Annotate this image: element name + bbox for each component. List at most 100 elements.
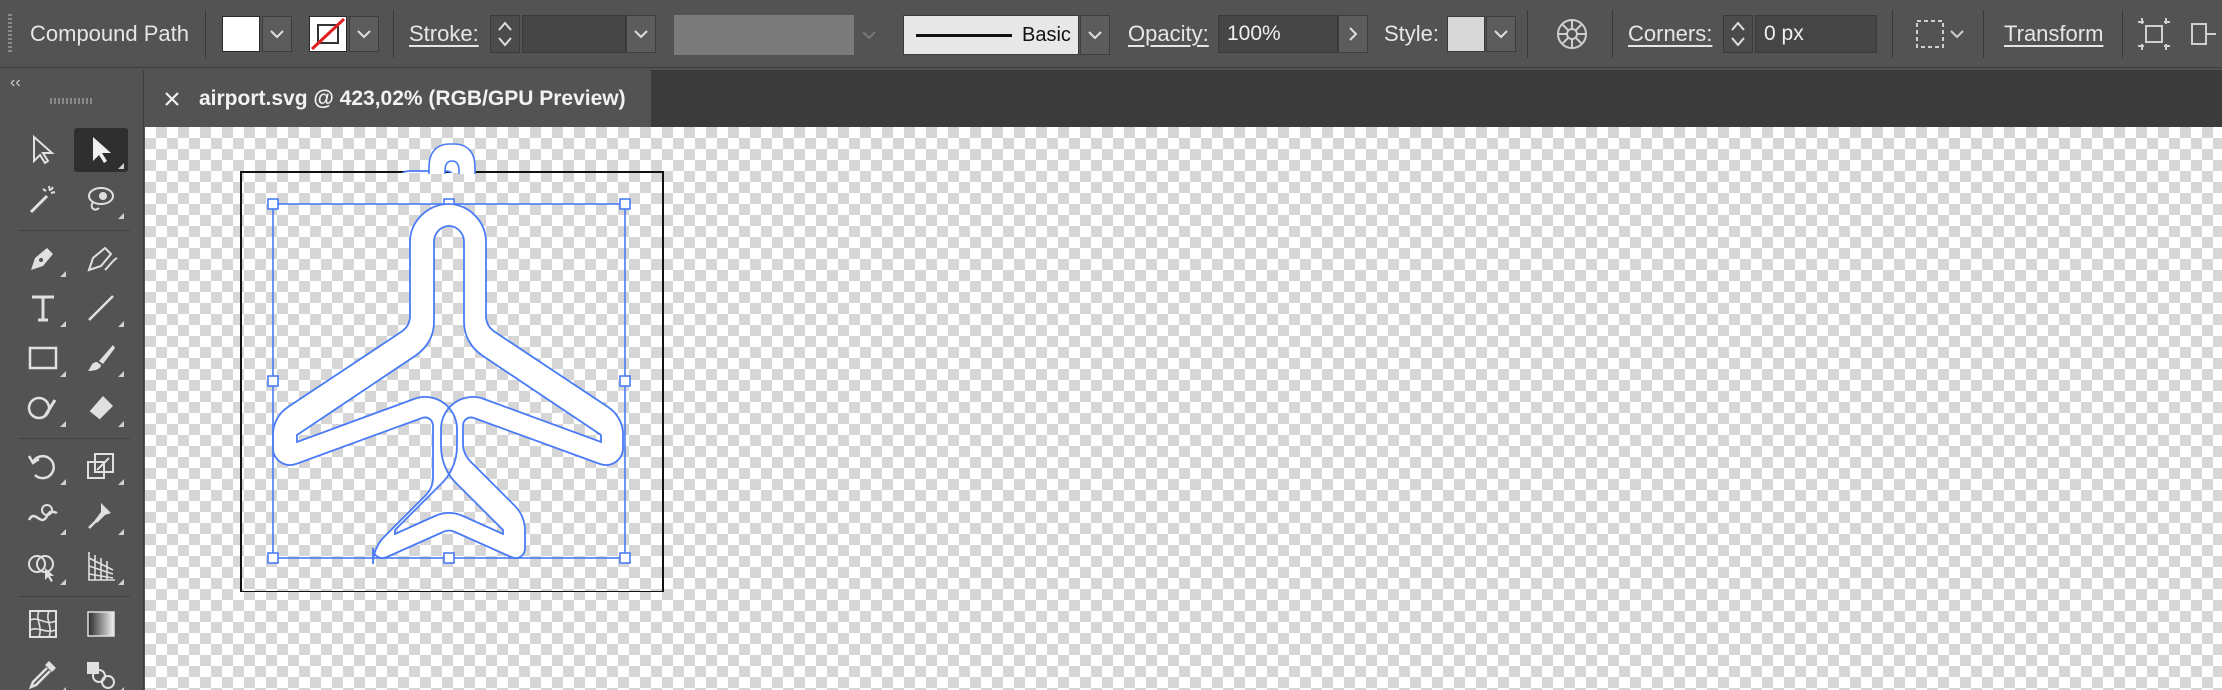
graphic-style-swatch[interactable] — [1447, 16, 1485, 52]
tool-group-indicator — [118, 213, 124, 219]
opacity-slider-button[interactable] — [1338, 15, 1368, 53]
tool-group-indicator — [60, 421, 66, 427]
brush-definition[interactable]: Basic — [903, 15, 1079, 55]
lasso-icon — [88, 187, 114, 211]
tool-group-indicator — [118, 421, 124, 427]
stroke-dropdown-button[interactable] — [349, 16, 379, 52]
toolbar-grip[interactable] — [50, 98, 92, 104]
opacity-field[interactable]: 100% — [1218, 15, 1338, 53]
chevron-down-icon — [1494, 30, 1508, 39]
scale-icon — [87, 453, 114, 479]
tool-group-indicator — [60, 321, 66, 327]
shape-builder-tool[interactable] — [16, 544, 70, 588]
collapse-panel-icon[interactable]: ‹‹ — [10, 74, 21, 92]
pen-tool[interactable] — [16, 236, 70, 280]
rotate-icon — [27, 454, 55, 480]
scale-tool[interactable] — [74, 444, 128, 488]
type-tool[interactable] — [16, 286, 70, 330]
document-title: airport.svg @ 423,02% (RGB/GPU Preview) — [199, 86, 626, 110]
tool-group-indicator — [118, 371, 124, 377]
gradient-tool[interactable] — [74, 602, 128, 646]
opacity-label[interactable]: Opacity: — [1128, 21, 1209, 47]
eraser-tool[interactable] — [74, 386, 128, 430]
corners-stepper[interactable] — [1723, 15, 1753, 53]
separator — [393, 10, 394, 58]
tool-group-indicator — [60, 529, 66, 535]
curvature-tool[interactable] — [74, 236, 128, 280]
shaper-tool[interactable] — [16, 386, 70, 430]
blend-tool[interactable] — [74, 652, 128, 690]
pin-icon — [88, 503, 111, 529]
line-segment-icon — [88, 295, 114, 321]
magic-wand-tool[interactable] — [16, 178, 70, 222]
stroke-weight-stepper[interactable] — [490, 15, 520, 53]
separator — [1612, 10, 1613, 58]
panel-options-icon — [2191, 23, 2216, 45]
separator — [1892, 10, 1893, 58]
stroke-swatch[interactable] — [309, 16, 347, 52]
stroke-weight-field[interactable] — [522, 15, 626, 53]
tool-group-indicator — [60, 579, 66, 585]
graphic-style-dropdown[interactable] — [1486, 16, 1516, 52]
stroke-weight-dropdown[interactable] — [626, 15, 656, 53]
brush-name: Basic — [1022, 23, 1071, 46]
document-tab-bar: airport.svg @ 423,02% (RGB/GPU Preview) — [145, 70, 2222, 127]
rectangle-icon — [28, 346, 58, 370]
lasso-tool[interactable] — [74, 178, 128, 222]
stepper-arrows-icon — [1731, 21, 1745, 47]
document-tab[interactable]: airport.svg @ 423,02% (RGB/GPU Preview) — [145, 70, 651, 127]
eyedropper-tool[interactable] — [16, 652, 70, 690]
mesh-icon — [29, 610, 57, 638]
selection-overlay — [242, 143, 662, 590]
toolbar-divider — [18, 438, 130, 439]
fill-swatch[interactable] — [222, 16, 260, 52]
panel-menu-button[interactable] — [2190, 18, 2222, 50]
fill-dropdown-button[interactable] — [262, 16, 292, 52]
isolate-button[interactable] — [2136, 16, 2172, 52]
separator — [205, 10, 206, 58]
align-selection-icon — [1916, 20, 1964, 48]
variable-width-profile[interactable] — [674, 15, 854, 55]
shaper-icon — [27, 396, 57, 420]
puppet-warp-tool[interactable] — [74, 494, 128, 538]
recolor-artwork-button[interactable] — [1555, 17, 1589, 51]
tool-group-indicator — [118, 529, 124, 535]
control-bar-grip[interactable] — [8, 14, 12, 54]
corners-field[interactable]: 0 px — [1755, 15, 1877, 53]
brush-stroke-preview — [916, 33, 1012, 37]
perspective-grid-icon — [88, 552, 115, 581]
perspective-grid-tool[interactable] — [74, 544, 128, 588]
variable-width-dropdown[interactable] — [854, 15, 884, 55]
blend-icon — [87, 662, 115, 689]
color-wheel-icon — [1557, 19, 1587, 49]
separator — [1983, 10, 1984, 58]
tool-group-indicator — [60, 371, 66, 377]
warp-icon — [27, 504, 58, 522]
warp-tool[interactable] — [16, 494, 70, 538]
corners-label[interactable]: Corners: — [1628, 21, 1712, 47]
line-segment-tool[interactable] — [74, 286, 128, 330]
chevron-down-icon — [1088, 31, 1102, 40]
mesh-tool[interactable] — [16, 602, 70, 646]
rotate-tool[interactable] — [16, 444, 70, 488]
close-tab-button[interactable] — [159, 86, 185, 112]
rectangle-tool[interactable] — [16, 336, 70, 380]
transform-link[interactable]: Transform — [2004, 21, 2103, 47]
direct-selection-tool[interactable] — [16, 128, 70, 172]
tools-panel: ‹‹ — [0, 70, 144, 690]
selection-tool[interactable] — [74, 128, 128, 172]
paintbrush-tool[interactable] — [74, 336, 128, 380]
chevron-down-icon — [634, 30, 648, 39]
toolbar-divider — [18, 596, 130, 597]
shape-builder-icon — [28, 555, 54, 582]
stroke-label[interactable]: Stroke: — [409, 21, 479, 47]
tool-group-indicator — [60, 479, 66, 485]
brush-dropdown[interactable] — [1080, 15, 1110, 55]
align-to-button[interactable] — [1913, 17, 1969, 51]
toolbar-divider — [18, 230, 130, 231]
direct-selection-icon — [33, 134, 55, 165]
chevron-down-icon — [862, 31, 876, 40]
close-icon — [165, 91, 179, 106]
paintbrush-icon — [88, 345, 115, 371]
isolate-object-icon — [2138, 18, 2170, 50]
